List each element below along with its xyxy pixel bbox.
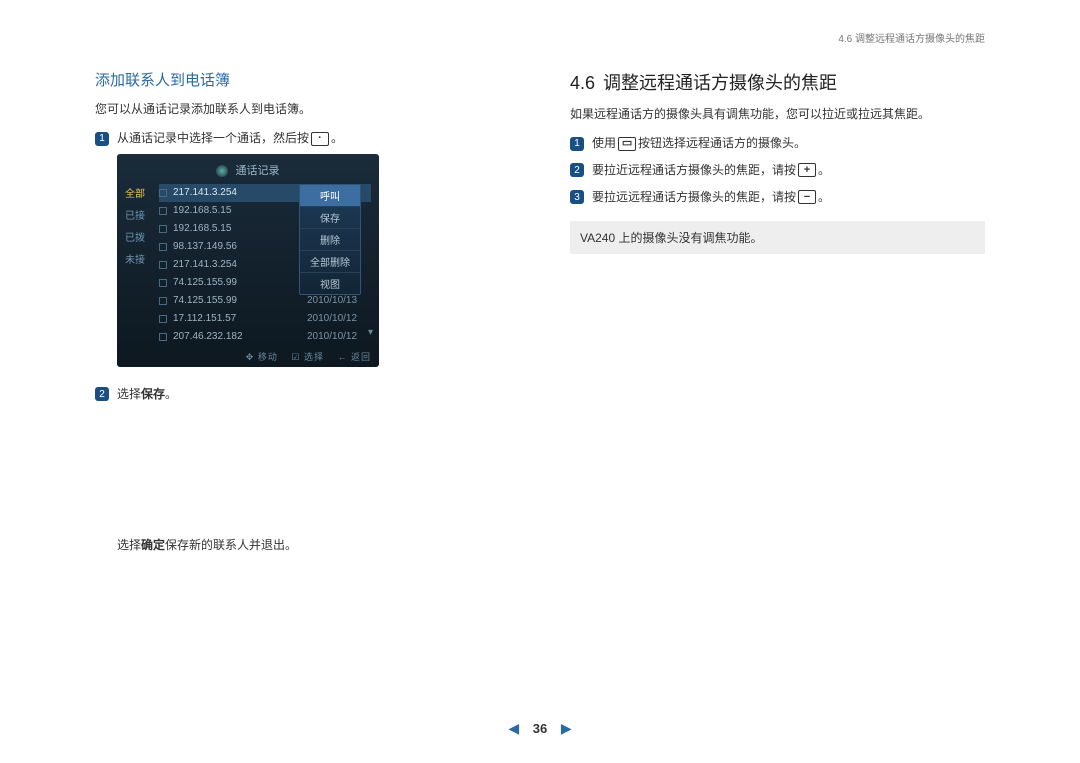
right-intro: 如果远程通话方的摄像头具有调焦功能，您可以拉近或拉远其焦距。 xyxy=(570,105,985,124)
step-badge: 2 xyxy=(570,163,584,177)
step-text-tail: 按钮选择远程通话方的摄像头。 xyxy=(638,132,806,155)
footer-select: ☑ 选择 xyxy=(291,352,324,362)
sidebar-item: 已拨 xyxy=(125,228,157,250)
context-menu-item: 呼叫 xyxy=(300,185,360,207)
pager-next-icon[interactable]: ▶ xyxy=(561,720,572,736)
section-title-text: 调整远程通话方摄像头的焦距 xyxy=(603,73,837,93)
left-closing: 选择确定保存新的联系人并退出。 xyxy=(117,536,510,555)
list-ip: 192.168.5.15 xyxy=(173,202,307,220)
checkbox-icon xyxy=(159,297,167,305)
list-ip: 74.125.155.99 xyxy=(173,274,307,292)
step-badge: 1 xyxy=(570,137,584,151)
sidebar-item: 未接 xyxy=(125,250,157,272)
list-ip: 217.141.3.254 xyxy=(173,256,307,274)
list-ip: 98.137.149.56 xyxy=(173,238,307,256)
footer-move-label: 移动 xyxy=(258,352,278,362)
step-badge: 3 xyxy=(570,190,584,204)
closing-text-c: 保存新的联系人并退出。 xyxy=(165,538,297,552)
right-step-2: 2 要拉近远程通话方摄像头的焦距，请按 + 。 xyxy=(570,159,985,182)
right-step-1: 1 使用 ▭ 按钮选择远程通话方的摄像头。 xyxy=(570,132,985,155)
step-text: 要拉近远程通话方摄像头的焦距，请按 xyxy=(592,159,796,182)
camera-button-icon: ▭ xyxy=(618,137,636,151)
step-badge: 2 xyxy=(95,387,109,401)
closing-text-bold: 确定 xyxy=(141,538,165,552)
context-menu-item: 保存 xyxy=(300,207,360,229)
section-number: 4.6 xyxy=(570,73,595,93)
select-icon: ☑ xyxy=(291,352,304,362)
plus-button-icon: + xyxy=(798,163,816,177)
context-menu-item: 视图 xyxy=(300,273,360,294)
footer-select-label: 选择 xyxy=(304,352,324,362)
note-box: VA240 上的摄像头没有调焦功能。 xyxy=(570,221,985,254)
footer-back: ← 返回 xyxy=(337,352,371,362)
checkbox-icon xyxy=(159,279,167,287)
checkbox-icon xyxy=(159,243,167,251)
pager-prev-icon[interactable]: ◀ xyxy=(508,720,519,736)
back-icon: ← xyxy=(337,352,351,362)
page-header-breadcrumb: 4.6 调整远程通话方摄像头的焦距 xyxy=(95,30,985,45)
right-column: 4.6 调整远程通话方摄像头的焦距 如果远程通话方的摄像头具有调焦功能，您可以拉近… xyxy=(570,69,985,563)
step-text: 从通话记录中选择一个通话，然后按 xyxy=(117,127,309,150)
list-ip: 217.141.3.254 xyxy=(173,184,307,202)
closing-text-a: 选择 xyxy=(117,538,141,552)
right-step-3: 3 要拉远远程通话方摄像头的焦距，请按 − 。 xyxy=(570,186,985,209)
checkbox-icon xyxy=(159,189,167,197)
left-step-2: 2 选择 保存 。 xyxy=(95,383,510,406)
call-log-title: 通话记录 xyxy=(125,160,371,184)
step-badge: 1 xyxy=(95,132,109,146)
footer-move: ✥ 移动 xyxy=(246,352,278,362)
call-log-screenshot: 通话记录 全部 已接 已拨 未接 217.141.3.254 192.168.5… xyxy=(117,154,379,367)
left-step-1: 1 从通话记录中选择一个通话，然后按 · 。 xyxy=(95,127,510,150)
move-icon: ✥ xyxy=(246,352,258,362)
step-text-bold: 保存 xyxy=(141,383,165,406)
call-log-sidebar: 全部 已接 已拨 未接 xyxy=(125,184,157,272)
sidebar-item: 全部 xyxy=(125,184,157,206)
step-text: 要拉远远程通话方摄像头的焦距，请按 xyxy=(592,186,796,209)
step-text-tail: 。 xyxy=(331,127,343,150)
call-log-footer: ✥ 移动 ☑ 选择 ← 返回 xyxy=(125,346,371,363)
list-ip: 74.125.155.99 xyxy=(173,292,307,310)
context-menu: 呼叫 保存 删除 全部删除 视图 xyxy=(299,184,361,295)
context-menu-item: 全部删除 xyxy=(300,251,360,273)
section-4-6-title: 4.6 调整远程通话方摄像头的焦距 xyxy=(570,69,985,95)
call-log-title-text: 通话记录 xyxy=(236,165,280,177)
step-text-tail: 。 xyxy=(818,186,830,209)
left-column: 添加联系人到电话簿 您可以从通话记录添加联系人到电话簿。 1 从通话记录中选择一… xyxy=(95,69,510,563)
step-text: 使用 xyxy=(592,132,616,155)
dot-button-icon: · xyxy=(311,132,329,146)
list-ip: 192.168.5.15 xyxy=(173,220,307,238)
checkbox-icon xyxy=(159,315,167,323)
step-text-tail: 。 xyxy=(165,383,177,406)
list-date: 2010/10/12 xyxy=(307,310,371,328)
list-date: 2010/10/12 xyxy=(307,328,371,346)
page-pager: ◀ 36 ▶ xyxy=(0,720,1080,737)
list-ip: 207.46.232.182 xyxy=(173,328,307,346)
list-row: 207.46.232.1822010/10/12 xyxy=(159,328,371,346)
checkbox-icon xyxy=(159,225,167,233)
sidebar-item: 已接 xyxy=(125,206,157,228)
minus-button-icon: − xyxy=(798,190,816,204)
list-ip: 17.112.151.57 xyxy=(173,310,307,328)
call-log-title-icon xyxy=(216,165,228,177)
checkbox-icon xyxy=(159,207,167,215)
step-text-tail: 。 xyxy=(818,159,830,182)
context-menu-item: 删除 xyxy=(300,229,360,251)
checkbox-icon xyxy=(159,333,167,341)
page-number: 36 xyxy=(533,721,547,736)
step-text: 选择 xyxy=(117,383,141,406)
checkbox-icon xyxy=(159,261,167,269)
left-intro: 您可以从通话记录添加联系人到电话簿。 xyxy=(95,100,510,119)
left-subheading: 添加联系人到电话簿 xyxy=(95,69,510,90)
scroll-down-icon: ▾ xyxy=(368,327,373,338)
footer-back-label: 返回 xyxy=(351,352,371,362)
list-row: 17.112.151.572010/10/12 xyxy=(159,310,371,328)
